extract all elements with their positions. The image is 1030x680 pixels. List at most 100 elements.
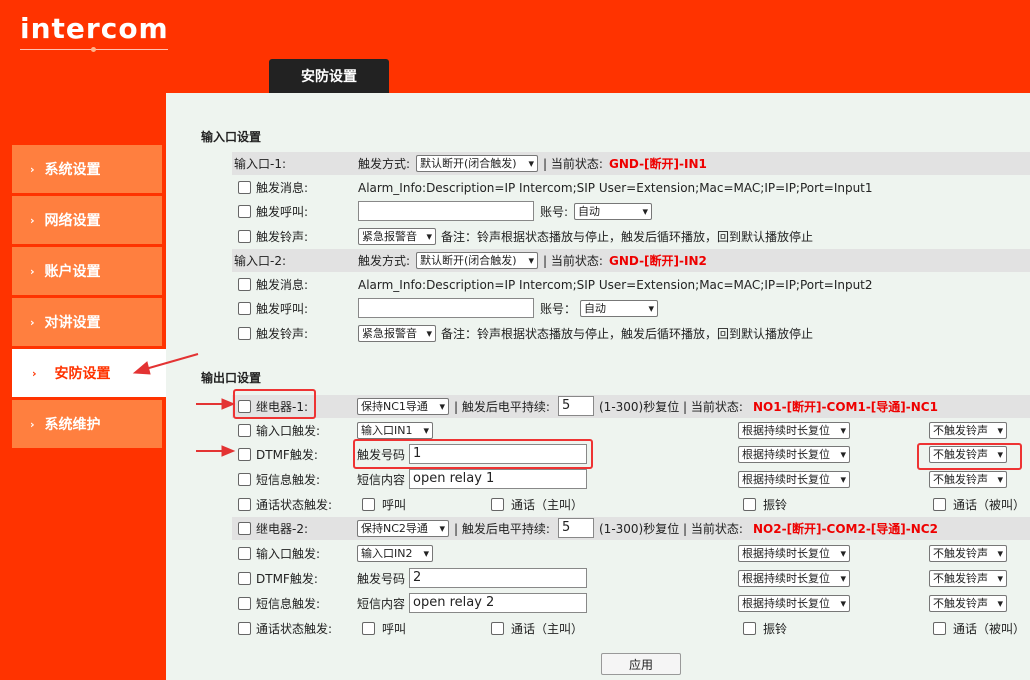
account-label: 账号： xyxy=(540,302,577,316)
call-option-checkbox[interactable] xyxy=(491,498,504,511)
tab-security-settings[interactable]: 安防设置 xyxy=(269,59,389,93)
sound-select[interactable]: 不触发铃声 xyxy=(929,545,1007,562)
sms-trigger-checkbox[interactable] xyxy=(238,597,251,610)
apply-button[interactable]: 应用 xyxy=(601,653,681,675)
trigger-call-input[interactable] xyxy=(358,201,534,221)
call-state-checkbox[interactable] xyxy=(238,622,251,635)
sidebar-item-maintenance[interactable]: › 系统维护 xyxy=(12,400,162,448)
account-select[interactable]: 自动 xyxy=(580,300,658,317)
trigger-mode-select[interactable]: 默认断开(闭合触发) xyxy=(416,155,538,172)
trigger-ring-checkbox[interactable] xyxy=(238,327,251,340)
chevron-right-icon: › xyxy=(30,315,35,329)
reset-mode-select[interactable]: 根据持续时长复位 xyxy=(738,446,850,463)
sound-select[interactable]: 不触发铃声 xyxy=(929,570,1007,587)
chevron-right-icon: › xyxy=(30,264,35,278)
trigger-call-checkbox[interactable] xyxy=(238,302,251,315)
trigger-call-checkbox[interactable] xyxy=(238,205,251,218)
sidebar-item-account[interactable]: › 账户设置 xyxy=(12,247,162,295)
dtmf-trigger-checkbox[interactable] xyxy=(238,572,251,585)
input-trigger-select[interactable]: 输入口IN1 xyxy=(357,422,433,439)
ring-select[interactable]: 紧急报警音 xyxy=(358,325,436,342)
field-label: 触发呼叫: xyxy=(256,302,309,316)
field-label: 触发消息: xyxy=(256,181,309,195)
relay-checkbox[interactable] xyxy=(238,522,251,535)
input-trigger-select[interactable]: 输入口IN2 xyxy=(357,545,433,562)
sound-select[interactable]: 不触发铃声 xyxy=(929,595,1007,612)
field-label: 短信息触发: xyxy=(256,473,321,487)
input-trigger-checkbox[interactable] xyxy=(238,424,251,437)
chevron-right-icon: › xyxy=(30,417,35,431)
call-option-label: 振铃 xyxy=(763,498,788,512)
reset-mode-select[interactable]: 根据持续时长复位 xyxy=(738,595,850,612)
reset-mode-select[interactable]: 根据持续时长复位 xyxy=(738,570,850,587)
duration-label: | 触发后电平持续: xyxy=(454,400,550,414)
alarm-info-text: Alarm_Info:Description=IP Intercom;SIP U… xyxy=(358,180,873,195)
relay-name: 继电器-2: xyxy=(256,522,309,536)
call-option-checkbox[interactable] xyxy=(491,622,504,635)
relay-1-dtmf-row: DTMF触发: 触发号码 1 根据持续时长复位 不触发铃声 xyxy=(232,443,1030,466)
account-select[interactable]: 自动 xyxy=(574,203,652,220)
port-name: 输入口-2: xyxy=(234,254,287,268)
sidebar-item-network[interactable]: › 网络设置 xyxy=(12,196,162,244)
relay-1-call-state-row: 通话状态触发: 呼叫 通话（主叫） 振铃 通话（被叫） xyxy=(232,493,1030,516)
call-option-label: 通话（主叫） xyxy=(511,622,584,636)
field-label: 通话状态触发: xyxy=(256,622,333,636)
input-port-2-call-row: 触发呼叫: 账号： 自动 xyxy=(232,297,1030,320)
reset-mode-select[interactable]: 根据持续时长复位 xyxy=(738,471,850,488)
call-option-checkbox[interactable] xyxy=(743,498,756,511)
sound-select[interactable]: 不触发铃声 xyxy=(929,471,1007,488)
input-trigger-checkbox[interactable] xyxy=(238,547,251,560)
relay-2-dtmf-row: DTMF触发: 触发号码 2 根据持续时长复位 不触发铃声 xyxy=(232,567,1030,590)
field-label: 输入口触发: xyxy=(256,547,321,561)
sidebar-item-intercom[interactable]: › 对讲设置 xyxy=(12,298,162,346)
sms-trigger-checkbox[interactable] xyxy=(238,473,251,486)
sound-select[interactable]: 不触发铃声 xyxy=(929,422,1007,439)
ring-select[interactable]: 紧急报警音 xyxy=(358,228,436,245)
highlight-box-dtmf-code xyxy=(353,439,593,469)
trigger-call-input[interactable] xyxy=(358,298,534,318)
field-label: 短信息触发: xyxy=(256,597,321,611)
call-option-checkbox[interactable] xyxy=(933,622,946,635)
sidebar-item-system[interactable]: › 系统设置 xyxy=(12,145,162,193)
call-option-label: 振铃 xyxy=(763,622,788,636)
sms-content-input[interactable]: open relay 2 xyxy=(409,593,587,613)
call-state-checkbox[interactable] xyxy=(238,498,251,511)
status-value: GND-[断开]-IN1 xyxy=(609,157,707,171)
call-option-label: 呼叫 xyxy=(382,622,407,636)
chevron-right-icon: › xyxy=(30,162,35,176)
sidebar-item-label: 网络设置 xyxy=(44,213,101,229)
field-label: DTMF触发: xyxy=(256,448,318,462)
status-label: | 当前状态: xyxy=(543,157,603,171)
duration-input[interactable]: 5 xyxy=(558,396,594,416)
chevron-right-icon: › xyxy=(30,213,35,227)
sidebar-item-label: 安防设置 xyxy=(54,366,111,382)
call-option-checkbox[interactable] xyxy=(362,498,375,511)
trigger-mode-select[interactable]: 默认断开(闭合触发) xyxy=(416,252,538,269)
reset-mode-select[interactable]: 根据持续时长复位 xyxy=(738,422,850,439)
call-option-checkbox[interactable] xyxy=(362,622,375,635)
relay-2-sms-row: 短信息触发: 短信内容 open relay 2 根据持续时长复位 不触发铃声 xyxy=(232,592,1030,615)
sms-content-label: 短信内容 xyxy=(357,597,406,611)
relay-mode-select[interactable]: 保持NC1导通 xyxy=(357,398,449,415)
dtmf-code-input[interactable]: 2 xyxy=(409,568,587,588)
trigger-message-checkbox[interactable] xyxy=(238,278,251,291)
status-value: GND-[断开]-IN2 xyxy=(609,254,707,268)
call-option-checkbox[interactable] xyxy=(743,622,756,635)
input-port-1-ring-row: 触发铃声: 紧急报警音 备注：铃声根据状态播放与停止，触发后循环播放，回到默认播… xyxy=(232,225,1030,248)
relay-mode-select[interactable]: 保持NC2导通 xyxy=(357,520,449,537)
output-section-title: 输出口设置 xyxy=(201,371,262,385)
relay-2-header: 继电器-2: 保持NC2导通 | 触发后电平持续: 5 (1-300)秒复位 |… xyxy=(232,517,1030,540)
trigger-ring-checkbox[interactable] xyxy=(238,230,251,243)
trigger-message-checkbox[interactable] xyxy=(238,181,251,194)
relay-2-call-state-row: 通话状态触发: 呼叫 通话（主叫） 振铃 通话（被叫） xyxy=(232,617,1030,640)
duration-input[interactable]: 5 xyxy=(558,518,594,538)
input-port-2-ring-row: 触发铃声: 紧急报警音 备注：铃声根据状态播放与停止，触发后循环播放，回到默认播… xyxy=(232,322,1030,345)
port-name: 输入口-1: xyxy=(234,157,287,171)
dtmf-trigger-checkbox[interactable] xyxy=(238,448,251,461)
logo-dot xyxy=(91,47,96,52)
sms-content-input[interactable]: open relay 1 xyxy=(409,469,587,489)
sidebar-item-label: 系统维护 xyxy=(44,417,101,433)
dtmf-code-label: 触发号码 xyxy=(357,572,406,586)
reset-mode-select[interactable]: 根据持续时长复位 xyxy=(738,545,850,562)
call-option-checkbox[interactable] xyxy=(933,498,946,511)
